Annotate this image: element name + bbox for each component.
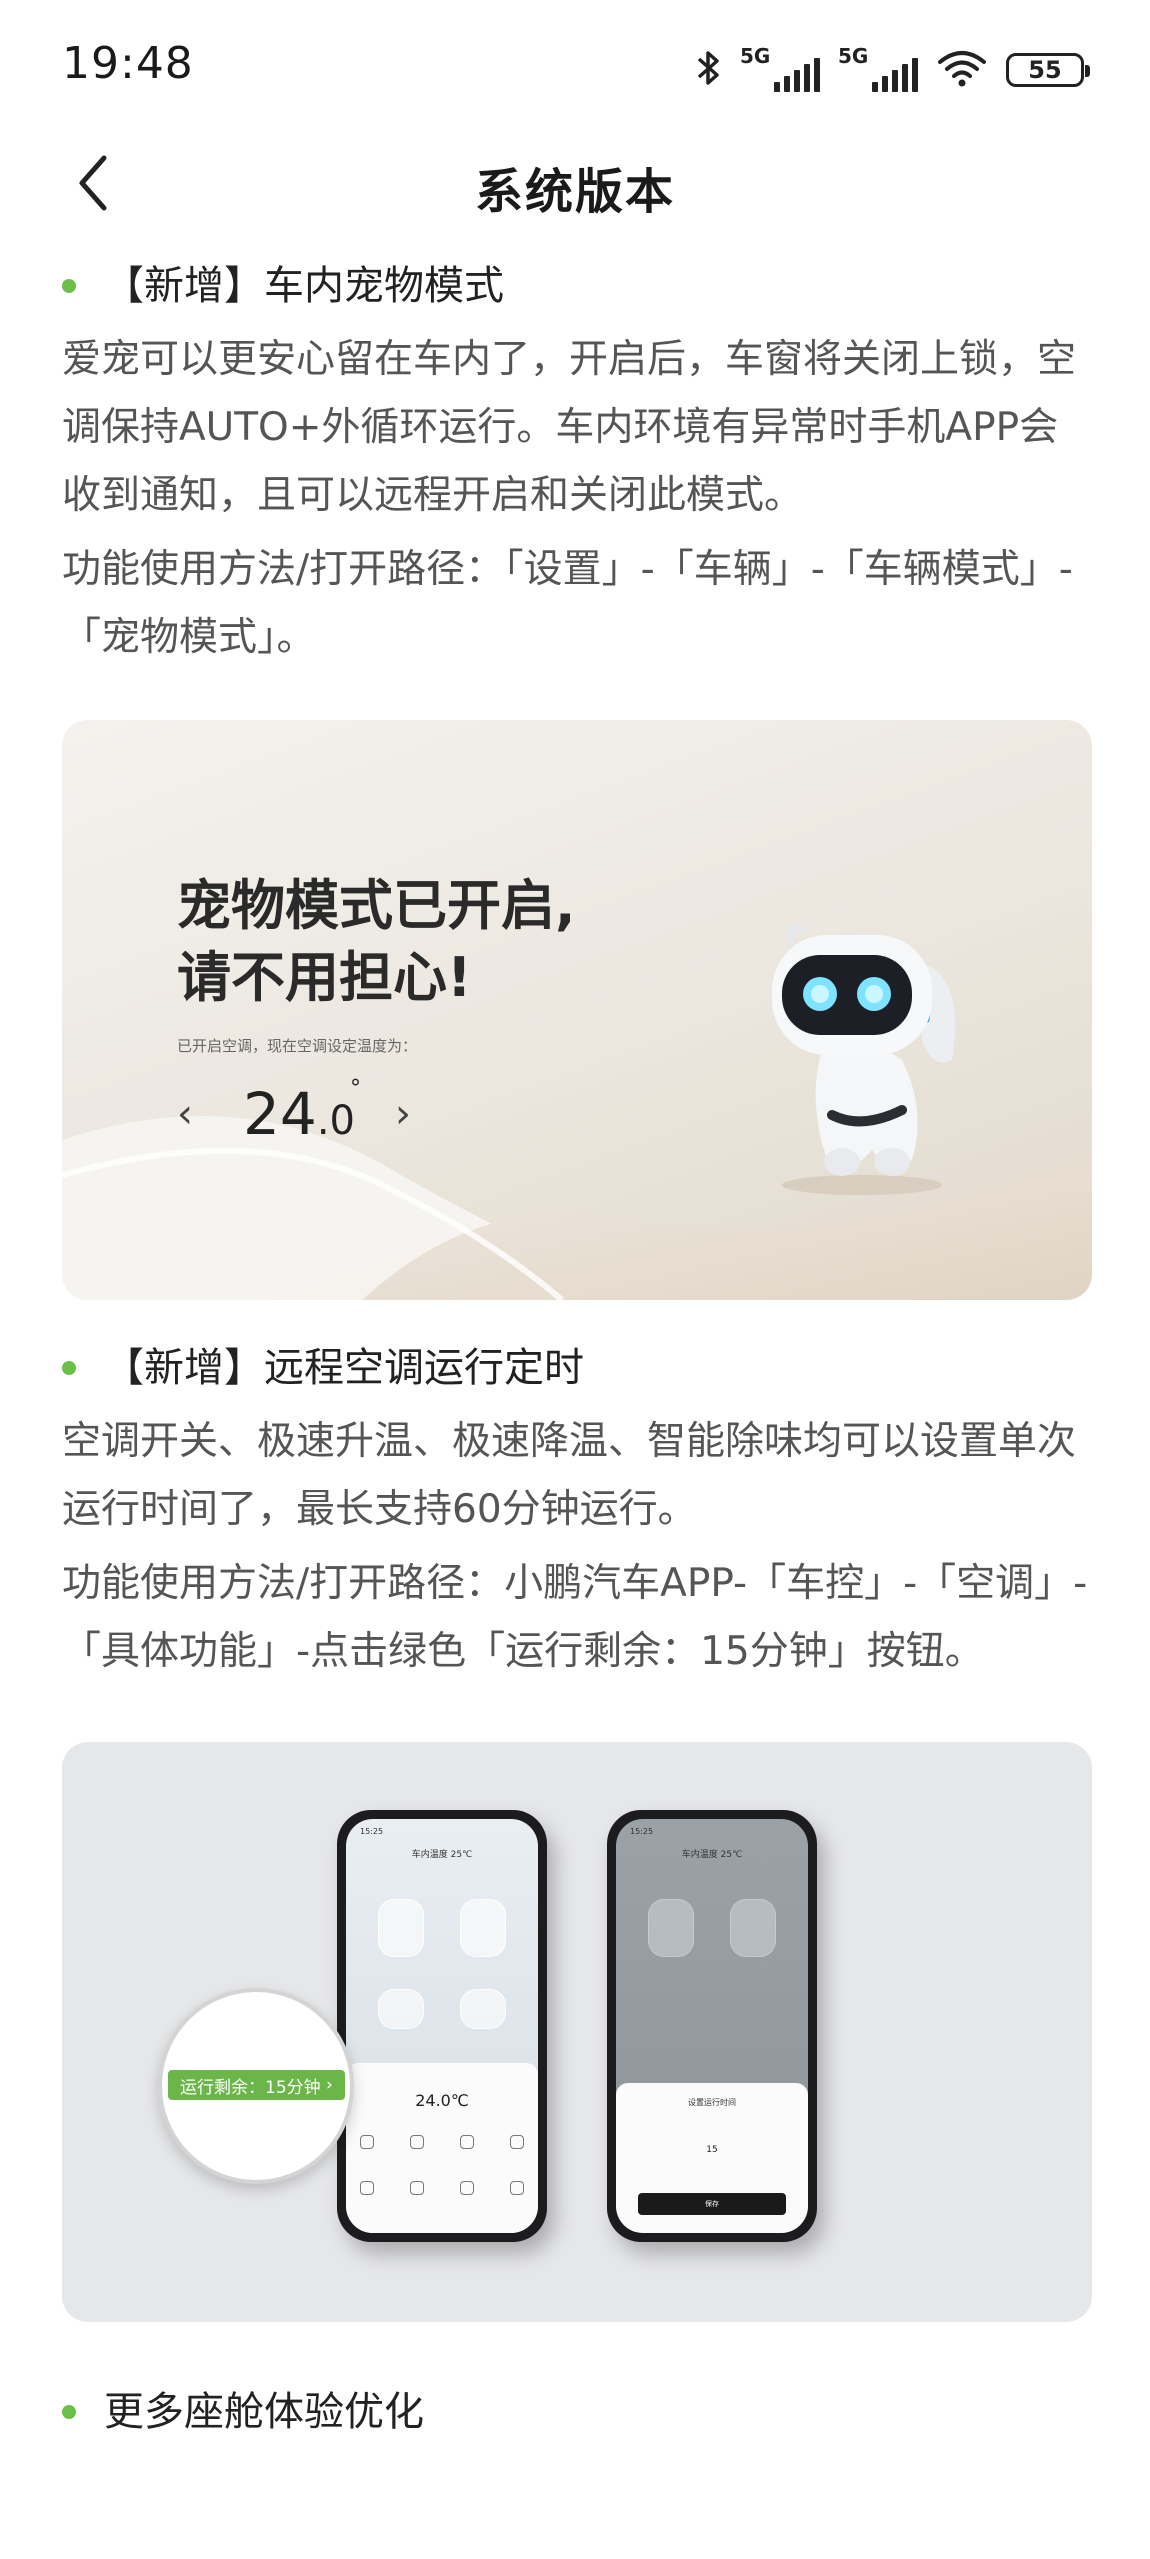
feature-description: 爱宠可以更安心留在车内了，开启后，车窗将关闭上锁，空调保持AUTO+外循环运行。… bbox=[62, 337, 1077, 518]
status-bar: 19:48 5G 5G 55 bbox=[0, 0, 1150, 130]
signal-icon: 5G bbox=[838, 44, 918, 92]
phone-header-title: 车内温度 25℃ bbox=[411, 1850, 473, 1860]
feature-path: 功能使用方法/打开路径：「设置」-「车辆」-「车辆模式」-「宠物模式」。 bbox=[62, 547, 1073, 660]
seat-icon bbox=[378, 1899, 424, 1957]
status-time: 19:48 bbox=[62, 38, 194, 89]
phone-header-title: 车内温度 25℃ bbox=[681, 1850, 743, 1860]
pill-label: 运行剩余：15分钟 bbox=[180, 2077, 321, 2098]
feature-title: 【新增】远程空调运行定时 bbox=[62, 1334, 1092, 1402]
app-screenshot-image: 15:25 车内温度 25℃ 24.0℃ 15:25 车内温度 25℃ 设置运行… bbox=[62, 1742, 1092, 2322]
chevron-right-icon: › bbox=[394, 1091, 411, 1137]
temp-unit: ° bbox=[349, 1076, 361, 1101]
timer-dialog: 设置运行时间 15 保存 bbox=[616, 2083, 808, 2233]
battery-icon: 55 bbox=[1006, 53, 1090, 87]
dialog-title: 设置运行时间 bbox=[688, 2098, 736, 2107]
magnifier-callout: 运行剩余：15分钟 › bbox=[158, 1988, 354, 2184]
bullet-dot bbox=[62, 1361, 76, 1375]
seat-icon bbox=[730, 1899, 776, 1957]
feature-title-text: 【新增】车内宠物模式 bbox=[104, 263, 504, 309]
release-notes: 【新增】车内宠物模式 爱宠可以更安心留在车内了，开启后，车窗将关闭上锁，空调保持… bbox=[62, 252, 1092, 2446]
wifi-icon bbox=[936, 48, 988, 92]
phone-status-time: 15:25 bbox=[360, 1827, 384, 1836]
phone-status-time: 15:25 bbox=[630, 1827, 654, 1836]
phone-mockup: 15:25 车内温度 25℃ 24.0℃ bbox=[337, 1810, 547, 2242]
network-type-label: 5G bbox=[838, 44, 869, 68]
chevron-right-icon: › bbox=[326, 2075, 333, 2095]
seat-icon bbox=[460, 1899, 506, 1957]
signal-icon: 5G bbox=[740, 44, 820, 92]
headline-line: 请不用担心! bbox=[177, 946, 472, 1009]
bullet-dot bbox=[62, 279, 76, 293]
phone-mockup: 15:25 车内温度 25℃ 设置运行时间 15 保存 bbox=[607, 1810, 817, 2242]
header: 系统版本 bbox=[0, 130, 1150, 240]
time-picker-value: 15 bbox=[706, 2145, 718, 2155]
phone-temperature: 24.0℃ bbox=[415, 2091, 469, 2110]
chevron-left-icon: ‹ bbox=[177, 1091, 193, 1137]
page-title: 系统版本 bbox=[474, 164, 675, 220]
bluetooth-icon bbox=[696, 48, 722, 92]
pet-mode-image: 宠物模式已开启, 请不用担心! 已开启空调，现在空调设定温度为： ‹ 24.0 °… bbox=[62, 720, 1092, 1300]
temperature-value: 24.0 ° bbox=[243, 1076, 361, 1148]
seat-icon bbox=[378, 1989, 424, 2029]
climate-icon-row bbox=[360, 2135, 524, 2149]
temp-decimal: .0 bbox=[316, 1098, 355, 1144]
seat-icon bbox=[460, 1989, 506, 2029]
feature-title: 更多座舱体验优化 bbox=[62, 2378, 1092, 2446]
temp-integer: 24 bbox=[243, 1080, 317, 1148]
feature-title-text: 【新增】远程空调运行定时 bbox=[104, 1345, 584, 1391]
feature-description: 空调开关、极速升温、极速降温、智能除味均可以设置单次运行时间了，最长支持60分钟… bbox=[62, 1419, 1077, 1532]
save-button: 保存 bbox=[638, 2193, 786, 2215]
network-type-label: 5G bbox=[740, 44, 771, 68]
climate-icon-row bbox=[360, 2181, 524, 2195]
bullet-dot bbox=[62, 2405, 76, 2419]
robot-dog-illustration bbox=[772, 924, 956, 1195]
temperature-control: ‹ 24.0 ° › bbox=[177, 1076, 411, 1148]
pet-mode-subtitle: 已开启空调，现在空调设定温度为： bbox=[177, 1037, 418, 1055]
remaining-time-pill: 运行剩余：15分钟 › bbox=[168, 2070, 345, 2100]
feature-title: 【新增】车内宠物模式 bbox=[62, 252, 1092, 320]
phone-screen: 15:25 车内温度 25℃ 24.0℃ bbox=[346, 1819, 538, 2233]
feature-title-text: 更多座舱体验优化 bbox=[104, 2389, 424, 2435]
feature-path: 功能使用方法/打开路径：小鹏汽车APP-「车控」-「空调」-「具体功能」-点击绿… bbox=[62, 1561, 1088, 1674]
seat-icon bbox=[648, 1899, 694, 1957]
climate-panel: 24.0℃ bbox=[346, 2063, 538, 2233]
status-icons: 5G 5G 55 bbox=[696, 40, 1090, 100]
headline-line: 宠物模式已开启, bbox=[177, 874, 576, 937]
phone-screen: 15:25 车内温度 25℃ 设置运行时间 15 保存 bbox=[616, 1819, 808, 2233]
pet-mode-headline: 宠物模式已开启, 请不用担心! bbox=[177, 870, 576, 1014]
